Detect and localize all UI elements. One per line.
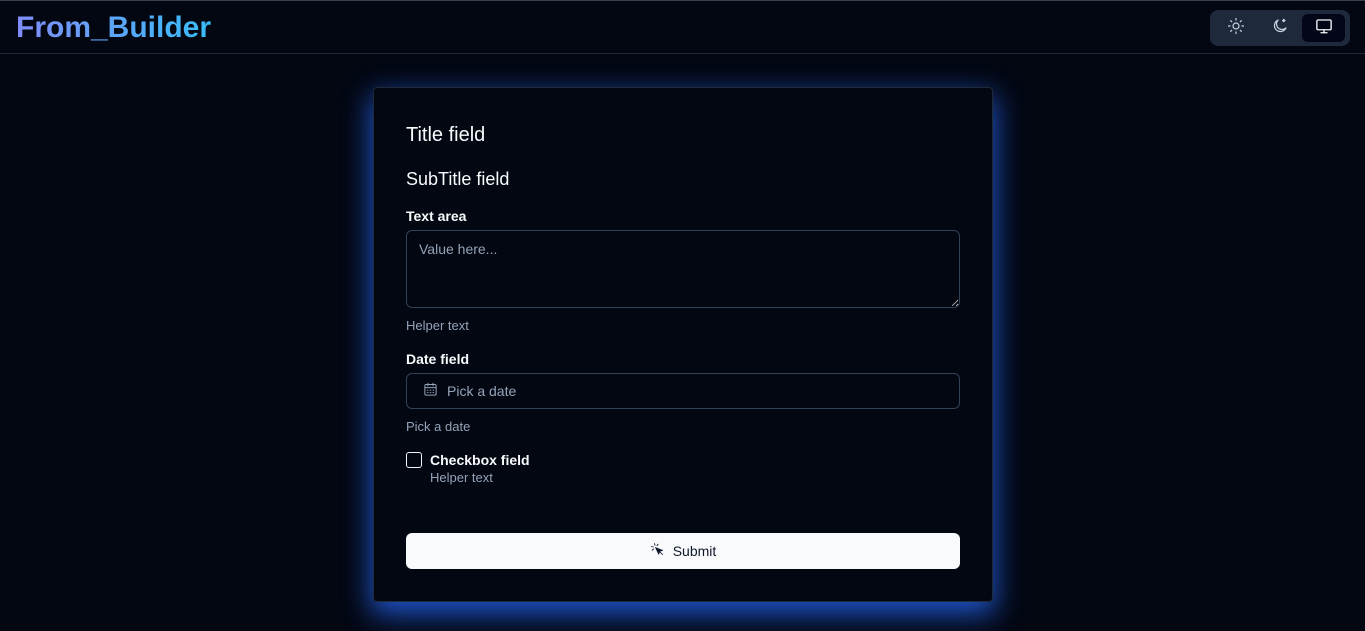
form-subtitle: SubTitle field [406,169,510,189]
form-title: Title field [406,124,486,146]
theme-system-button[interactable] [1302,14,1345,42]
checkbox-label[interactable]: Checkbox field [430,451,530,469]
sun-icon [1227,17,1245,40]
theme-dark-button[interactable] [1258,14,1301,42]
textarea-label: Text area [406,208,467,224]
theme-light-button[interactable] [1214,14,1257,42]
checkbox-helper-text: Helper text [430,470,493,485]
submit-button[interactable]: Submit [406,533,960,569]
form-card: Title field SubTitle field Text area Hel… [373,87,993,602]
date-picker-button[interactable]: Pick a date [406,373,960,409]
top-bar: From_Builder [0,0,1365,54]
checkbox-input[interactable] [406,452,422,468]
date-picker-text: Pick a date [447,383,517,399]
moon-icon [1271,17,1289,40]
calendar-icon [423,382,438,400]
brand-logo[interactable]: From_Builder [16,11,211,45]
monitor-icon [1314,17,1334,40]
submit-label: Submit [672,543,717,559]
date-helper-text: Pick a date [406,419,471,434]
date-field-label: Date field [406,351,470,367]
theme-toggle [1210,10,1350,46]
text-area-input[interactable] [406,230,960,308]
textarea-helper-text: Helper text [406,318,469,333]
cursor-click-icon [650,542,665,560]
